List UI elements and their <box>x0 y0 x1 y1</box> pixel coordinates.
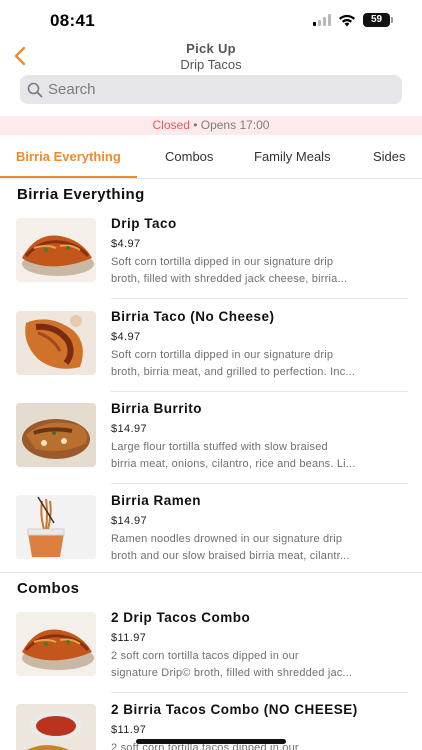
menu-item[interactable]: Birria Taco (No Cheese) $4.97 Soft corn … <box>0 299 422 392</box>
section-title: Combos <box>17 580 80 597</box>
birria-taco-image <box>16 311 96 375</box>
opens-time: Opens 17:00 <box>200 118 270 132</box>
item-description: Soft corn tortilla dipped in our signatu… <box>111 256 348 285</box>
home-indicator[interactable] <box>136 739 286 744</box>
battery-icon: 59 <box>363 13 393 27</box>
menu-item[interactable]: Drip Taco $4.97 Soft corn tortilla dippe… <box>0 206 422 299</box>
drip-tacos-combo-image <box>16 612 96 676</box>
item-price: $11.97 <box>111 724 147 736</box>
restaurant-name: Drip Tacos <box>180 57 242 72</box>
menu-item[interactable]: 2 Drip Tacos Combo $11.97 2 soft corn to… <box>0 600 422 693</box>
status-time: 08:41 <box>50 11 95 30</box>
banner-separator: • <box>189 118 201 132</box>
menu-item[interactable]: Birria Ramen $14.97 Ramen noodles drowne… <box>0 483 422 576</box>
item-description: Large flour tortilla stuffed with slow b… <box>111 441 356 470</box>
birria-ramen-image <box>16 495 96 559</box>
birria-burrito-image <box>16 403 96 467</box>
item-price: $4.97 <box>111 331 141 343</box>
cellular-signal-icon <box>313 14 331 26</box>
search-bar[interactable] <box>20 75 402 104</box>
wifi-icon <box>339 14 355 26</box>
item-name: 2 Drip Tacos Combo <box>111 610 251 625</box>
item-price: $14.97 <box>111 515 148 527</box>
item-name: Birria Taco (No Cheese) <box>111 309 275 324</box>
store-status-banner: Closed • Opens 17:00 <box>0 116 422 135</box>
item-name: 2 Birria Tacos Combo (NO CHEESE) <box>111 702 358 717</box>
section-title: Birria Everything <box>17 186 145 203</box>
tab-birria-everything[interactable]: Birria Everything <box>0 138 137 178</box>
search-icon <box>27 82 43 97</box>
page-title: Pick Up <box>186 41 236 56</box>
status-bar: 08:41 59 <box>0 0 422 40</box>
item-price: $11.97 <box>111 632 147 644</box>
item-price: $4.97 <box>111 238 141 250</box>
birria-tacos-combo-image <box>16 704 96 750</box>
drip-taco-image <box>16 218 96 282</box>
item-name: Birria Ramen <box>111 493 202 508</box>
item-name: Birria Burrito <box>111 401 203 416</box>
item-description: Ramen noodles drowned in our signature d… <box>111 533 350 562</box>
item-price: $14.97 <box>111 423 148 435</box>
closed-label: Closed <box>152 118 190 132</box>
tab-family-meals[interactable]: Family Meals <box>238 138 347 178</box>
item-name: Drip Taco <box>111 216 177 231</box>
item-description: 2 soft corn tortilla tacos dipped in our… <box>111 650 353 679</box>
tab-combos[interactable]: Combos <box>149 138 229 178</box>
tab-sides[interactable]: Sides <box>357 138 422 178</box>
nav-header: Pick Up Drip Tacos <box>0 38 422 74</box>
search-input[interactable] <box>48 81 378 98</box>
status-icons: 59 <box>313 13 393 27</box>
item-description: Soft corn tortilla dipped in our signatu… <box>111 349 356 378</box>
section-divider <box>0 572 422 573</box>
category-tabs: Birria Everything Combos Family Meals Si… <box>0 138 422 179</box>
menu-item[interactable]: Birria Burrito $14.97 Large flour tortil… <box>0 391 422 484</box>
